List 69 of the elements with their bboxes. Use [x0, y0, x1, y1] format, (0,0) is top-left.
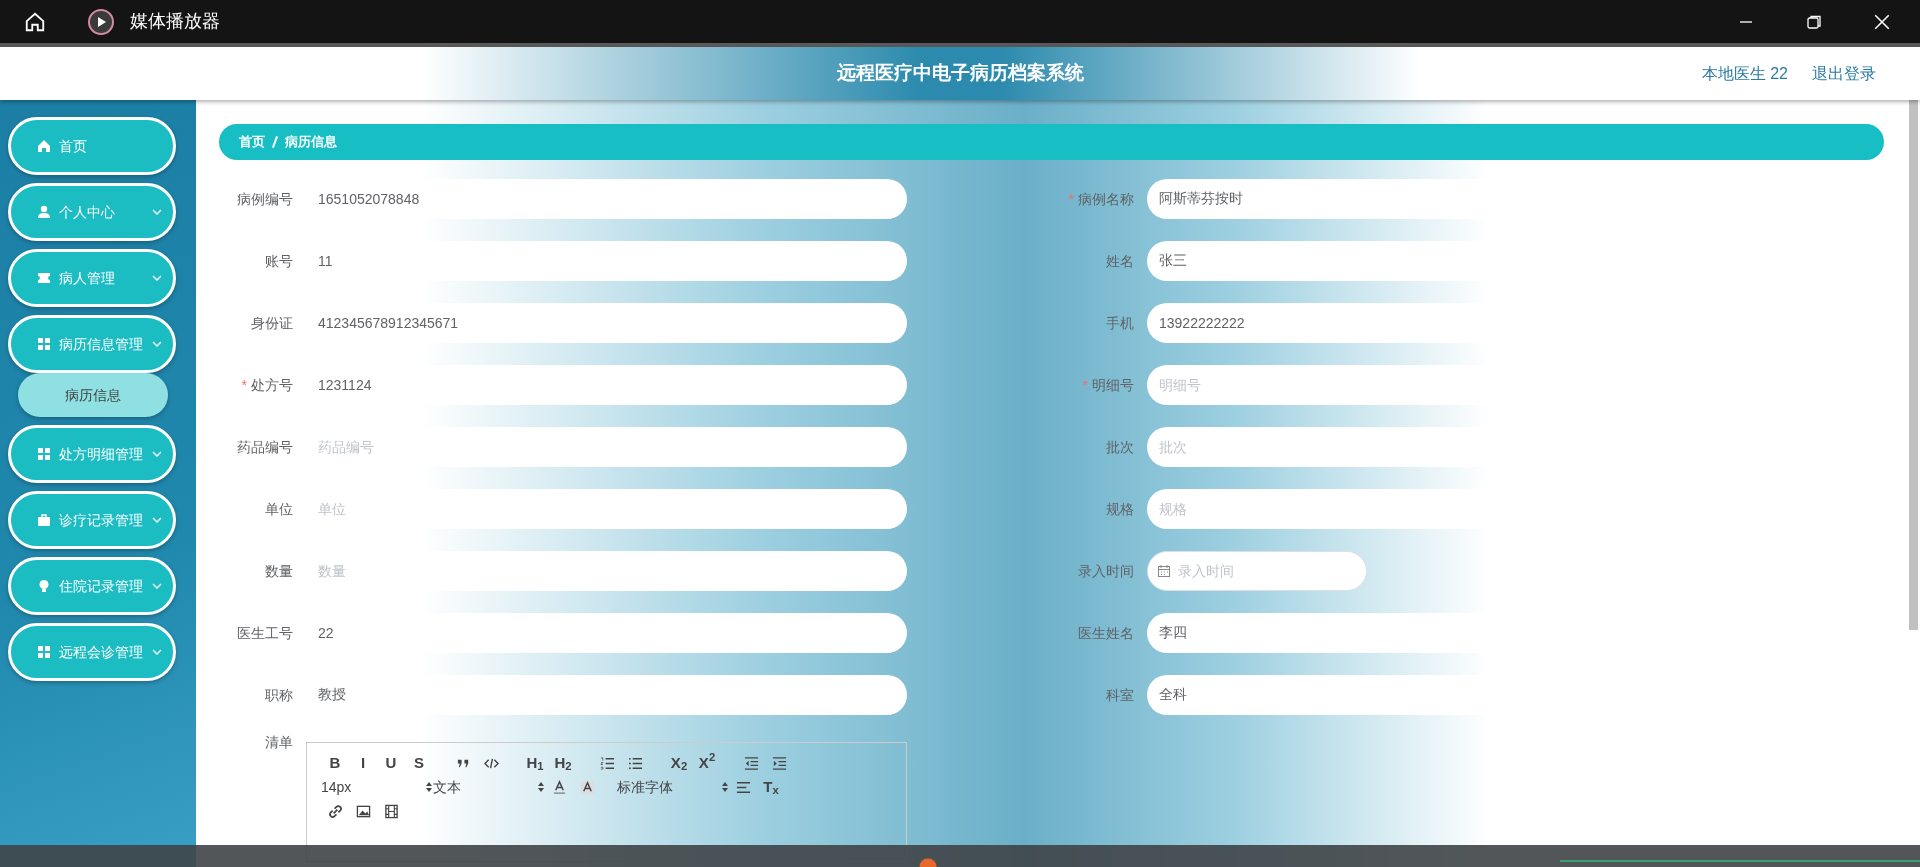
required-mark: *	[241, 375, 247, 395]
field-label: 姓名	[1105, 251, 1135, 271]
toolbar-button[interactable]: I	[349, 752, 377, 774]
briefcase-icon	[37, 513, 51, 527]
outdent-icon[interactable]	[743, 755, 759, 771]
submenu-item[interactable]: 病历信息	[18, 373, 168, 417]
field-label: 医生工号	[236, 623, 294, 643]
field-label: 账号	[264, 251, 294, 271]
indent-icon[interactable]	[771, 755, 787, 771]
align-icon[interactable]	[735, 779, 751, 795]
user-icon	[37, 205, 51, 219]
dropdown[interactable]: 14px	[321, 776, 433, 798]
dropdown[interactable]: 文本	[433, 776, 545, 798]
toolbar-button[interactable]: H$_{2}$	[549, 752, 577, 774]
system-title: 远程医疗中电子病历档案系统	[835, 61, 1085, 86]
field-label: 药品编号	[236, 437, 294, 457]
ordered-list-icon[interactable]	[599, 755, 615, 771]
field-label: 明细号	[1092, 375, 1134, 395]
field-label: 规格	[1105, 499, 1135, 519]
required-mark: *	[1082, 375, 1088, 395]
toolbar-button[interactable]: T$_{x}$	[757, 776, 785, 798]
toolbar-button[interactable]: X$_{2}$	[665, 752, 693, 774]
image-icon[interactable]	[355, 803, 371, 819]
sort-caret-icon	[721, 781, 729, 793]
field-label: 清单	[264, 733, 294, 752]
field-label: 医生姓名	[1077, 623, 1135, 643]
dropdown[interactable]: 标准字体	[617, 776, 729, 798]
user-link[interactable]: 本地医生 22	[1701, 61, 1788, 86]
close-icon[interactable]	[1873, 12, 1891, 31]
home-icon[interactable]	[24, 10, 46, 33]
window-title: 媒体播放器	[130, 10, 220, 33]
field-label: 手机	[1105, 313, 1135, 333]
field-label: 病例编号	[236, 189, 294, 209]
restore-icon[interactable]	[1806, 13, 1822, 30]
grid-icon	[37, 337, 51, 351]
toolbar-button[interactable]: H$_{1}$	[521, 752, 549, 774]
grid-icon	[37, 645, 51, 659]
field-label: 职称	[264, 685, 294, 705]
logout-link[interactable]: 退出登录	[1812, 61, 1876, 86]
background-color-icon[interactable]	[579, 779, 595, 795]
play-icon	[88, 8, 114, 35]
sort-caret-icon	[537, 781, 545, 793]
toolbar-button[interactable]: U	[377, 752, 405, 774]
toolbar-button[interactable]: B	[321, 752, 349, 774]
required-mark: *	[1068, 189, 1074, 209]
date-field[interactable]: 录入时间	[1147, 551, 1367, 591]
playback-knob-icon[interactable]	[918, 857, 938, 867]
field-label: 数量	[264, 561, 294, 581]
bullet-list-icon[interactable]	[627, 755, 643, 771]
scrollbar[interactable]	[1909, 100, 1918, 630]
field-label: 录入时间	[1077, 561, 1135, 581]
field-label: 身份证	[250, 313, 294, 333]
field-label: 病例名称	[1078, 189, 1134, 209]
calendar-icon	[1157, 564, 1171, 578]
text-color-icon[interactable]	[551, 779, 567, 795]
bulb-icon	[37, 579, 51, 593]
grid-icon	[37, 447, 51, 461]
field-label: 单位	[264, 499, 294, 519]
link-icon[interactable]	[327, 803, 343, 819]
field-label: 批次	[1105, 437, 1135, 457]
field-label: 科室	[1105, 685, 1135, 705]
ticket-icon	[37, 271, 51, 285]
toolbar-button[interactable]: S	[405, 752, 433, 774]
toolbar-button[interactable]: X$^{2}$	[693, 752, 721, 774]
film-icon[interactable]	[383, 803, 399, 819]
home-icon	[37, 139, 51, 153]
sort-caret-icon	[425, 781, 433, 793]
field-label: 处方号	[251, 375, 293, 395]
breadcrumb-separator-icon	[272, 136, 278, 148]
